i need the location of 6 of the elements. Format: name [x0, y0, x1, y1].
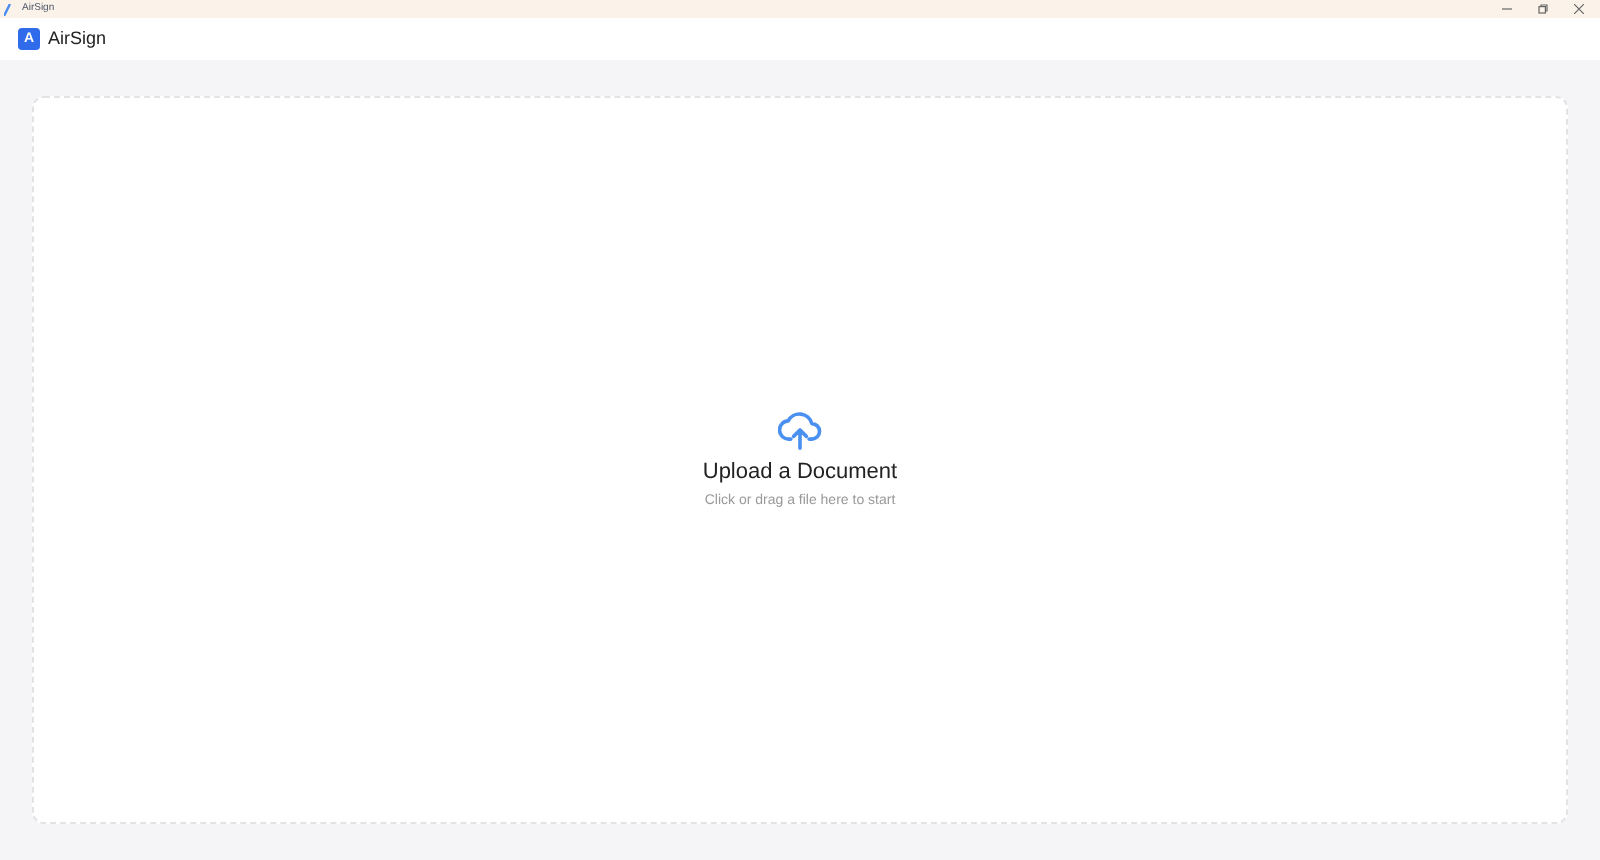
cloud-upload-icon [778, 409, 822, 450]
restore-icon[interactable] [1538, 4, 1548, 14]
app-name: AirSign [48, 30, 107, 48]
upload-title: Upload a Document [702, 459, 898, 487]
app-icon [4, 3, 12, 15]
close-icon[interactable] [1574, 4, 1584, 14]
